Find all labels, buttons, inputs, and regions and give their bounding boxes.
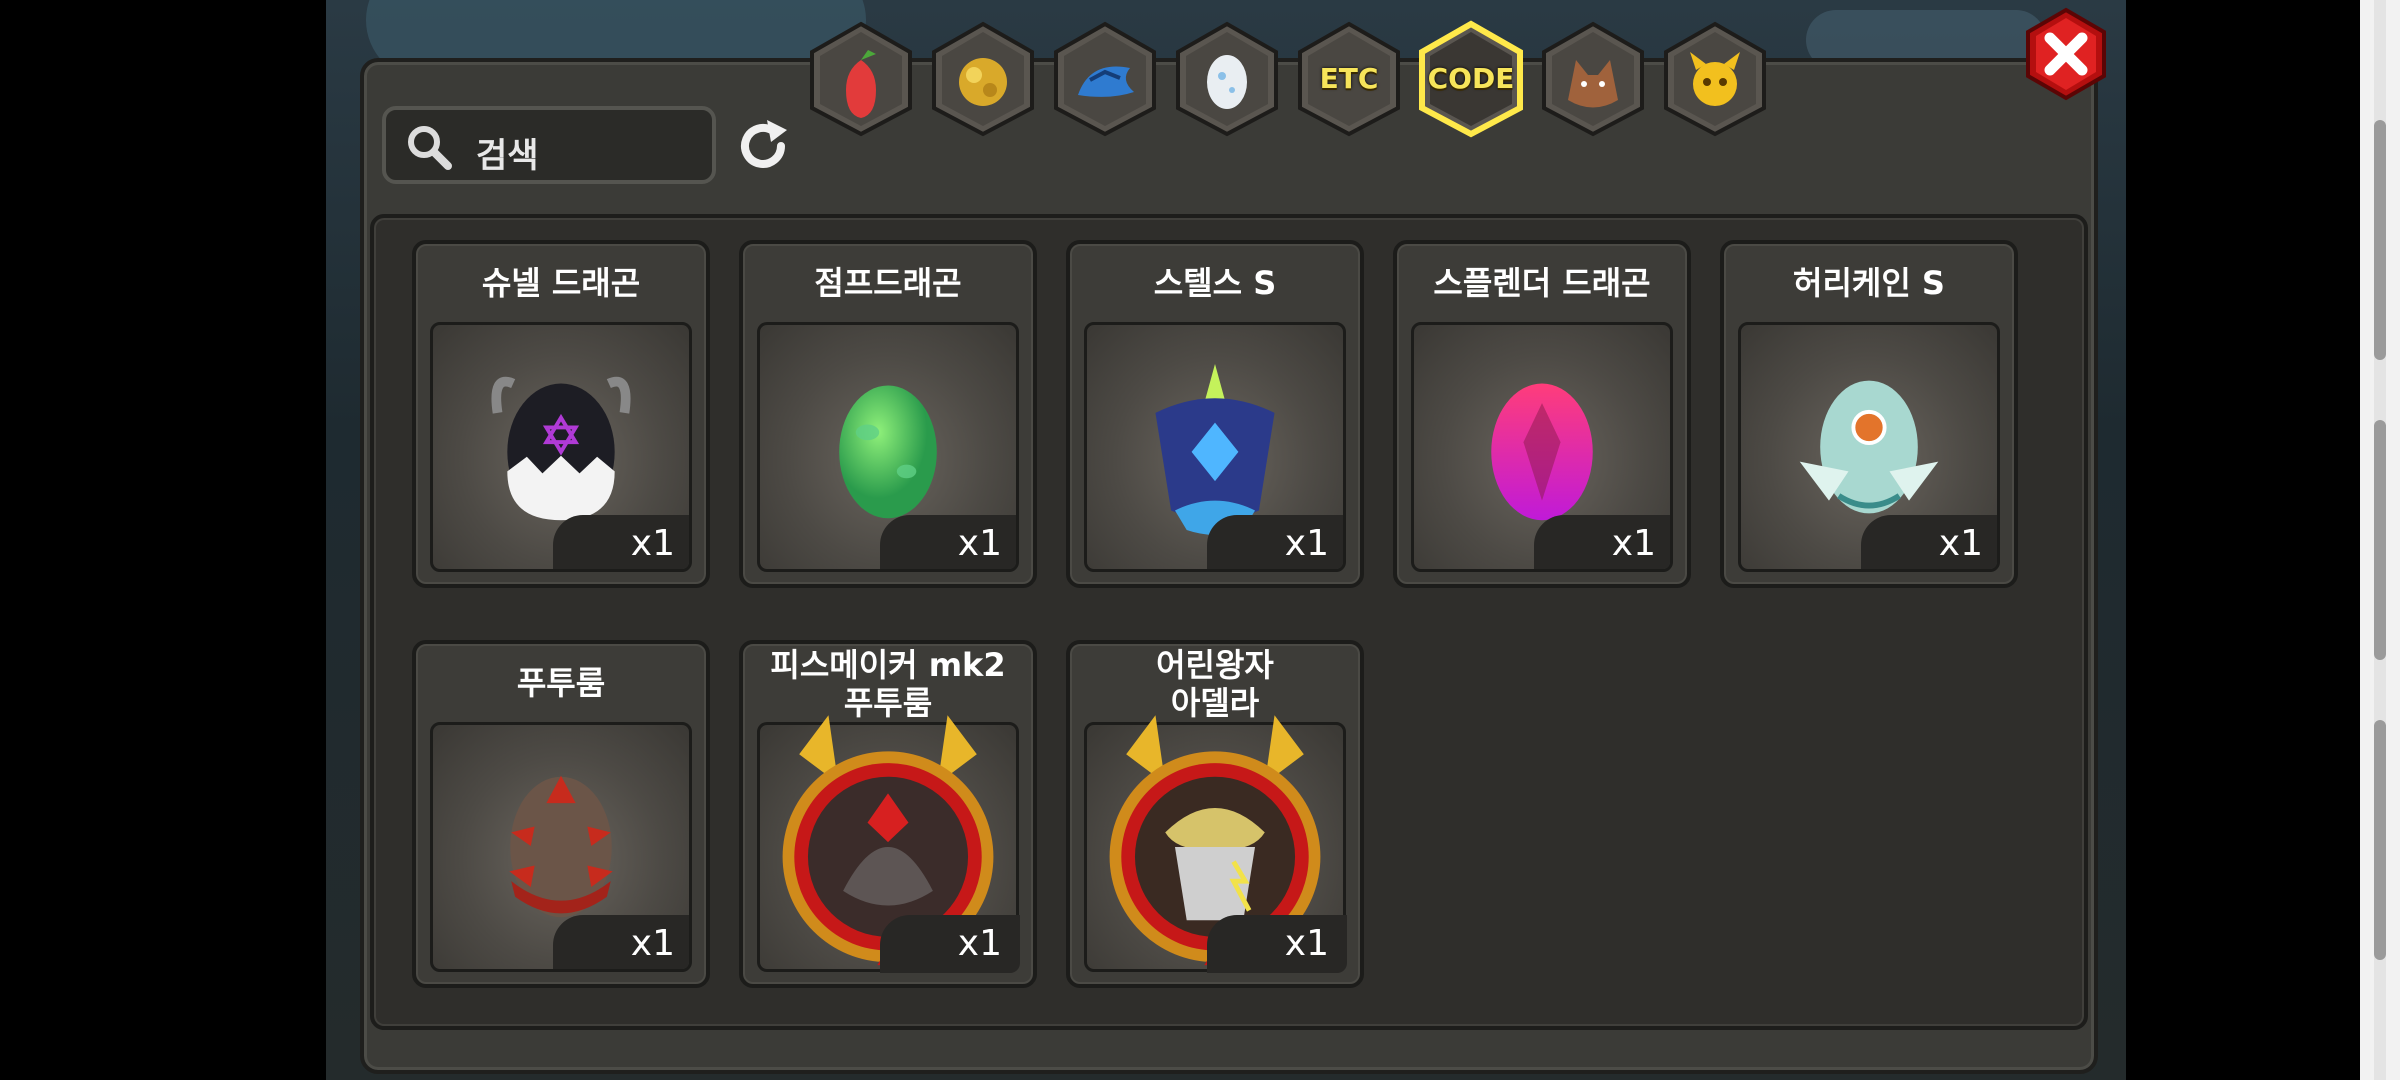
- tab-blue-dragon[interactable]: [1050, 20, 1160, 138]
- tab-egg[interactable]: [1172, 20, 1282, 138]
- tab-wolf[interactable]: [1538, 20, 1648, 138]
- tab-label: CODE: [1427, 62, 1515, 95]
- tab-fruit[interactable]: [806, 20, 916, 138]
- close-icon[interactable]: [2022, 6, 2110, 102]
- item-name: 어린왕자 아델라: [1156, 646, 1274, 722]
- item-name: 슈넬 드래곤: [481, 264, 641, 302]
- item-name: 스플렌더 드래곤: [1433, 264, 1651, 302]
- tab-etc[interactable]: ETC: [1294, 20, 1404, 138]
- item-name: 점프드래곤: [814, 264, 962, 302]
- tab-gold-ore[interactable]: [928, 20, 1038, 138]
- search-input[interactable]: 검색: [382, 106, 716, 184]
- tab-code[interactable]: CODE: [1416, 20, 1526, 138]
- item-card[interactable]: 점프드래곤 x1: [739, 240, 1037, 588]
- tab-pet[interactable]: [1660, 20, 1770, 138]
- item-card[interactable]: 피스메이커 mk2 푸투룸 x1: [739, 640, 1037, 988]
- wolf-icon: [1542, 21, 1644, 137]
- item-card[interactable]: 어린왕자 아델라 x1: [1066, 640, 1364, 988]
- item-name: 허리케인 S: [1793, 264, 1945, 302]
- item-name: 푸투룸: [516, 664, 606, 702]
- item-card[interactable]: 허리케인 S x1: [1720, 240, 2018, 588]
- item-card[interactable]: 스플렌더 드래곤 x1: [1393, 240, 1691, 588]
- search-icon: [408, 126, 452, 170]
- tab-label: ETC: [1319, 62, 1379, 95]
- item-card[interactable]: 슈넬 드래곤 x1: [412, 240, 710, 588]
- egg-icon: [1176, 21, 1278, 137]
- refresh-icon[interactable]: [733, 116, 793, 176]
- blue-dragon-icon: [1054, 21, 1156, 137]
- scrollbar[interactable]: [2360, 0, 2400, 1080]
- fruit-icon: [810, 21, 912, 137]
- item-card[interactable]: 푸투룸 x1: [412, 640, 710, 988]
- search-text: 검색: [476, 136, 539, 176]
- item-name: 피스메이커 mk2 푸투룸: [770, 646, 1006, 722]
- item-name: 스텔스 S: [1153, 264, 1277, 302]
- pet-icon: [1664, 21, 1766, 137]
- gold-ore-icon: [932, 21, 1034, 137]
- item-card[interactable]: 스텔스 S x1: [1066, 240, 1364, 588]
